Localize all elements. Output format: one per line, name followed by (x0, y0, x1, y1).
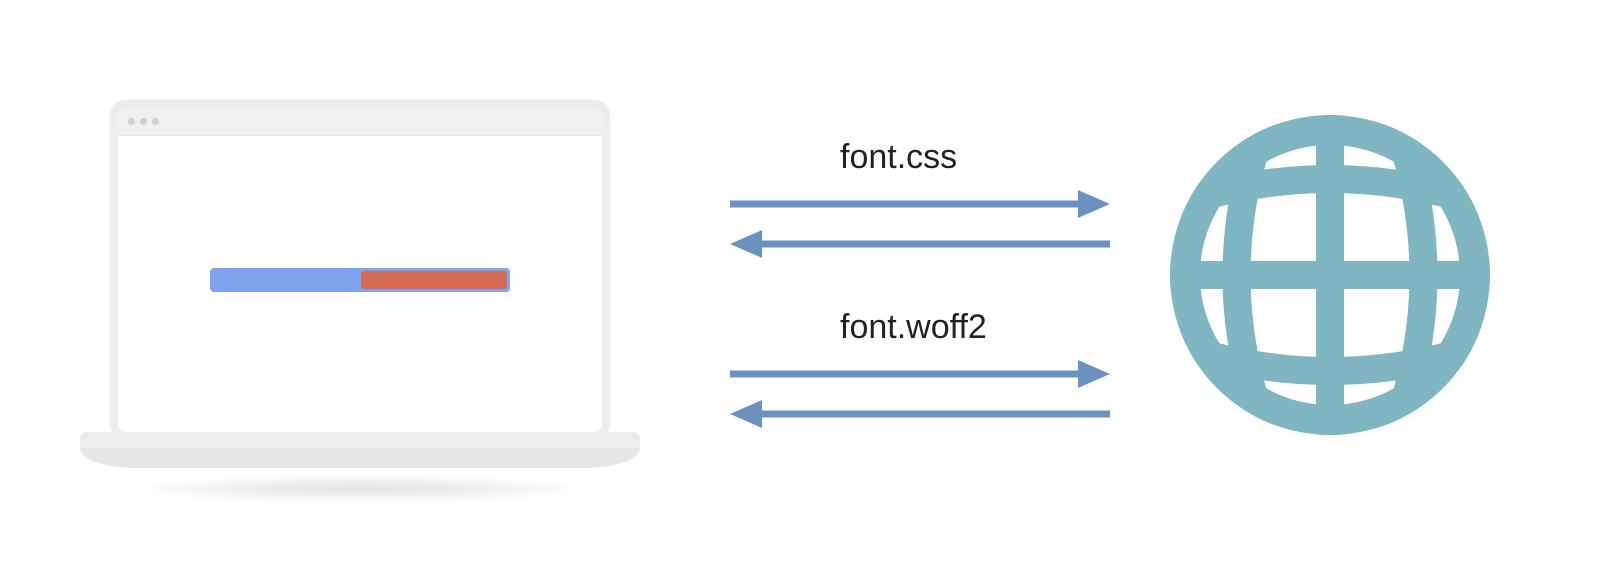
request-css: font.css (730, 140, 1110, 264)
window-dot (152, 118, 159, 125)
request-css-label: font.css (840, 140, 1110, 174)
client-device (80, 100, 640, 500)
window-dot (140, 118, 147, 125)
browser-titlebar (118, 108, 602, 136)
laptop-screen (110, 100, 610, 440)
globe-icon (1170, 115, 1490, 435)
arrow-pair-icon (730, 186, 1110, 264)
laptop-shadow (120, 475, 600, 503)
load-bar-remaining (361, 271, 507, 289)
window-dot (128, 118, 135, 125)
page-load-bar (210, 268, 510, 292)
request-font: font.woff2 (730, 310, 1110, 434)
laptop-base (80, 432, 640, 478)
request-font-label: font.woff2 (840, 310, 1110, 344)
arrow-pair-icon (730, 356, 1110, 434)
